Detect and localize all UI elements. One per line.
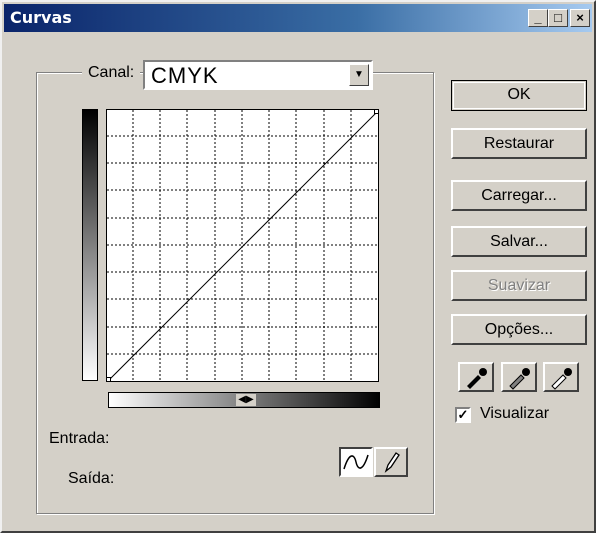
load-button-label: Carregar... <box>481 187 557 204</box>
smooth-button[interactable]: Suavizar <box>451 270 587 301</box>
reset-button-label: Restaurar <box>483 135 555 152</box>
preview-label: Visualizar <box>480 405 550 422</box>
smooth-button-label: Suavizar <box>487 277 551 294</box>
channel-label: Canal: <box>82 64 141 82</box>
save-button[interactable]: Salvar... <box>451 226 587 257</box>
curves-dialog: Curvas _ □ × Canal: CMYK ▼ ◀▶ Entrada: S… <box>0 0 596 533</box>
curve-graph[interactable] <box>106 109 380 383</box>
channel-value: CMYK <box>151 63 219 88</box>
output-gradient-bar <box>82 109 98 381</box>
minimize-button[interactable]: _ <box>528 9 548 27</box>
options-button-label: Opções... <box>484 321 554 338</box>
output-label: Saída: <box>68 470 115 487</box>
options-button[interactable]: Opções... <box>451 314 587 345</box>
input-label: Entrada: <box>49 430 110 447</box>
ok-button-label: OK <box>507 86 531 103</box>
load-button[interactable]: Carregar... <box>451 180 587 211</box>
close-button[interactable]: × <box>570 9 590 27</box>
curve-point-end[interactable] <box>374 109 379 114</box>
white-eyedropper-icon[interactable] <box>543 362 579 392</box>
title-bar[interactable]: Curvas _ □ × <box>4 4 592 32</box>
preview-checkbox[interactable]: ✓ <box>455 407 471 423</box>
gray-eyedropper-icon[interactable] <box>501 362 537 392</box>
chevron-down-icon[interactable]: ▼ <box>349 64 369 86</box>
black-eyedropper-icon[interactable] <box>458 362 494 392</box>
window-title: Curvas <box>10 8 72 27</box>
maximize-button[interactable]: □ <box>548 9 568 27</box>
gradient-toggle-icon[interactable]: ◀▶ <box>236 394 256 406</box>
input-gradient-bar: ◀▶ <box>108 392 380 408</box>
channel-select[interactable]: CMYK ▼ <box>143 60 373 90</box>
reset-button[interactable]: Restaurar <box>451 128 587 159</box>
ok-button[interactable]: OK <box>451 80 587 111</box>
pencil-tool-icon[interactable] <box>374 447 408 477</box>
curve-point-start[interactable] <box>106 377 111 382</box>
curve-tool-icon[interactable] <box>339 447 373 477</box>
save-button-label: Salvar... <box>490 233 548 250</box>
